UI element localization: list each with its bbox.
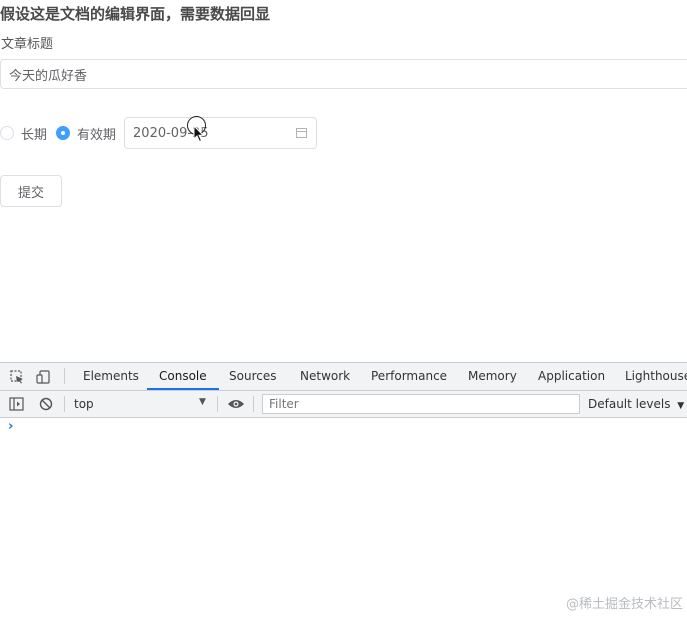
devtools-panel: Elements Console Sources Network Perform… xyxy=(0,362,687,618)
context-selector[interactable]: top xyxy=(74,397,210,411)
radio-label: 长期 xyxy=(21,127,48,143)
calendar-icon[interactable] xyxy=(296,128,308,138)
tab-console[interactable]: Console xyxy=(147,363,219,390)
radio-circle-checked[interactable] xyxy=(56,126,71,140)
toolbar-divider xyxy=(64,396,65,412)
tab-performance[interactable]: Performance xyxy=(371,363,447,390)
date-picker-input[interactable]: 2020-09-25 xyxy=(124,117,318,149)
radio-validity-period[interactable]: 有效期 xyxy=(56,124,116,143)
tab-memory[interactable]: Memory xyxy=(468,363,517,390)
tab-elements[interactable]: Elements xyxy=(83,363,139,390)
log-levels-dropdown[interactable]: Default levels ▼ xyxy=(588,397,684,411)
page-heading: 假设这是文档的编辑界面，需要数据回显 xyxy=(0,5,271,23)
radio-label: 有效期 xyxy=(77,127,117,143)
toolbar-divider xyxy=(64,368,65,384)
chevron-down-icon: ▼ xyxy=(677,401,685,411)
inspect-element-icon[interactable] xyxy=(10,370,24,384)
validity-radio-group: 长期 有效期 2020-09-25 xyxy=(0,117,318,149)
tab-sources[interactable]: Sources xyxy=(229,363,276,390)
device-toggle-icon[interactable] xyxy=(36,370,50,384)
watermark: @稀土掘金技术社区 xyxy=(565,597,683,612)
tab-network[interactable]: Network xyxy=(300,363,350,390)
clear-console-icon[interactable] xyxy=(39,397,53,411)
devtools-tab-bar: Elements Console Sources Network Perform… xyxy=(0,363,687,391)
sidebar-toggle-icon[interactable] xyxy=(9,397,24,411)
radio-circle[interactable] xyxy=(0,126,14,140)
title-input[interactable] xyxy=(0,59,687,89)
mouse-pointer-icon xyxy=(193,125,205,143)
radio-long-term[interactable]: 长期 xyxy=(0,124,47,143)
console-toolbar: top ▼ Default levels ▼ xyxy=(0,391,687,418)
tab-application[interactable]: Application xyxy=(538,363,605,390)
title-field-label: 文章标题 xyxy=(1,37,54,52)
tab-lighthouse[interactable]: Lighthouse xyxy=(625,363,687,390)
console-prompt[interactable]: › xyxy=(8,419,13,434)
console-filter-input[interactable] xyxy=(262,394,580,414)
log-levels-label: Default levels xyxy=(588,397,671,411)
eye-icon[interactable] xyxy=(227,398,245,410)
submit-button[interactable]: 提交 xyxy=(0,175,62,207)
chevron-down-icon[interactable]: ▼ xyxy=(199,397,206,407)
toolbar-divider xyxy=(217,396,218,412)
page: 假设这是文档的编辑界面，需要数据回显 文章标题 长期 有效期 2020-09-2… xyxy=(0,0,687,618)
toolbar-divider xyxy=(253,396,254,412)
